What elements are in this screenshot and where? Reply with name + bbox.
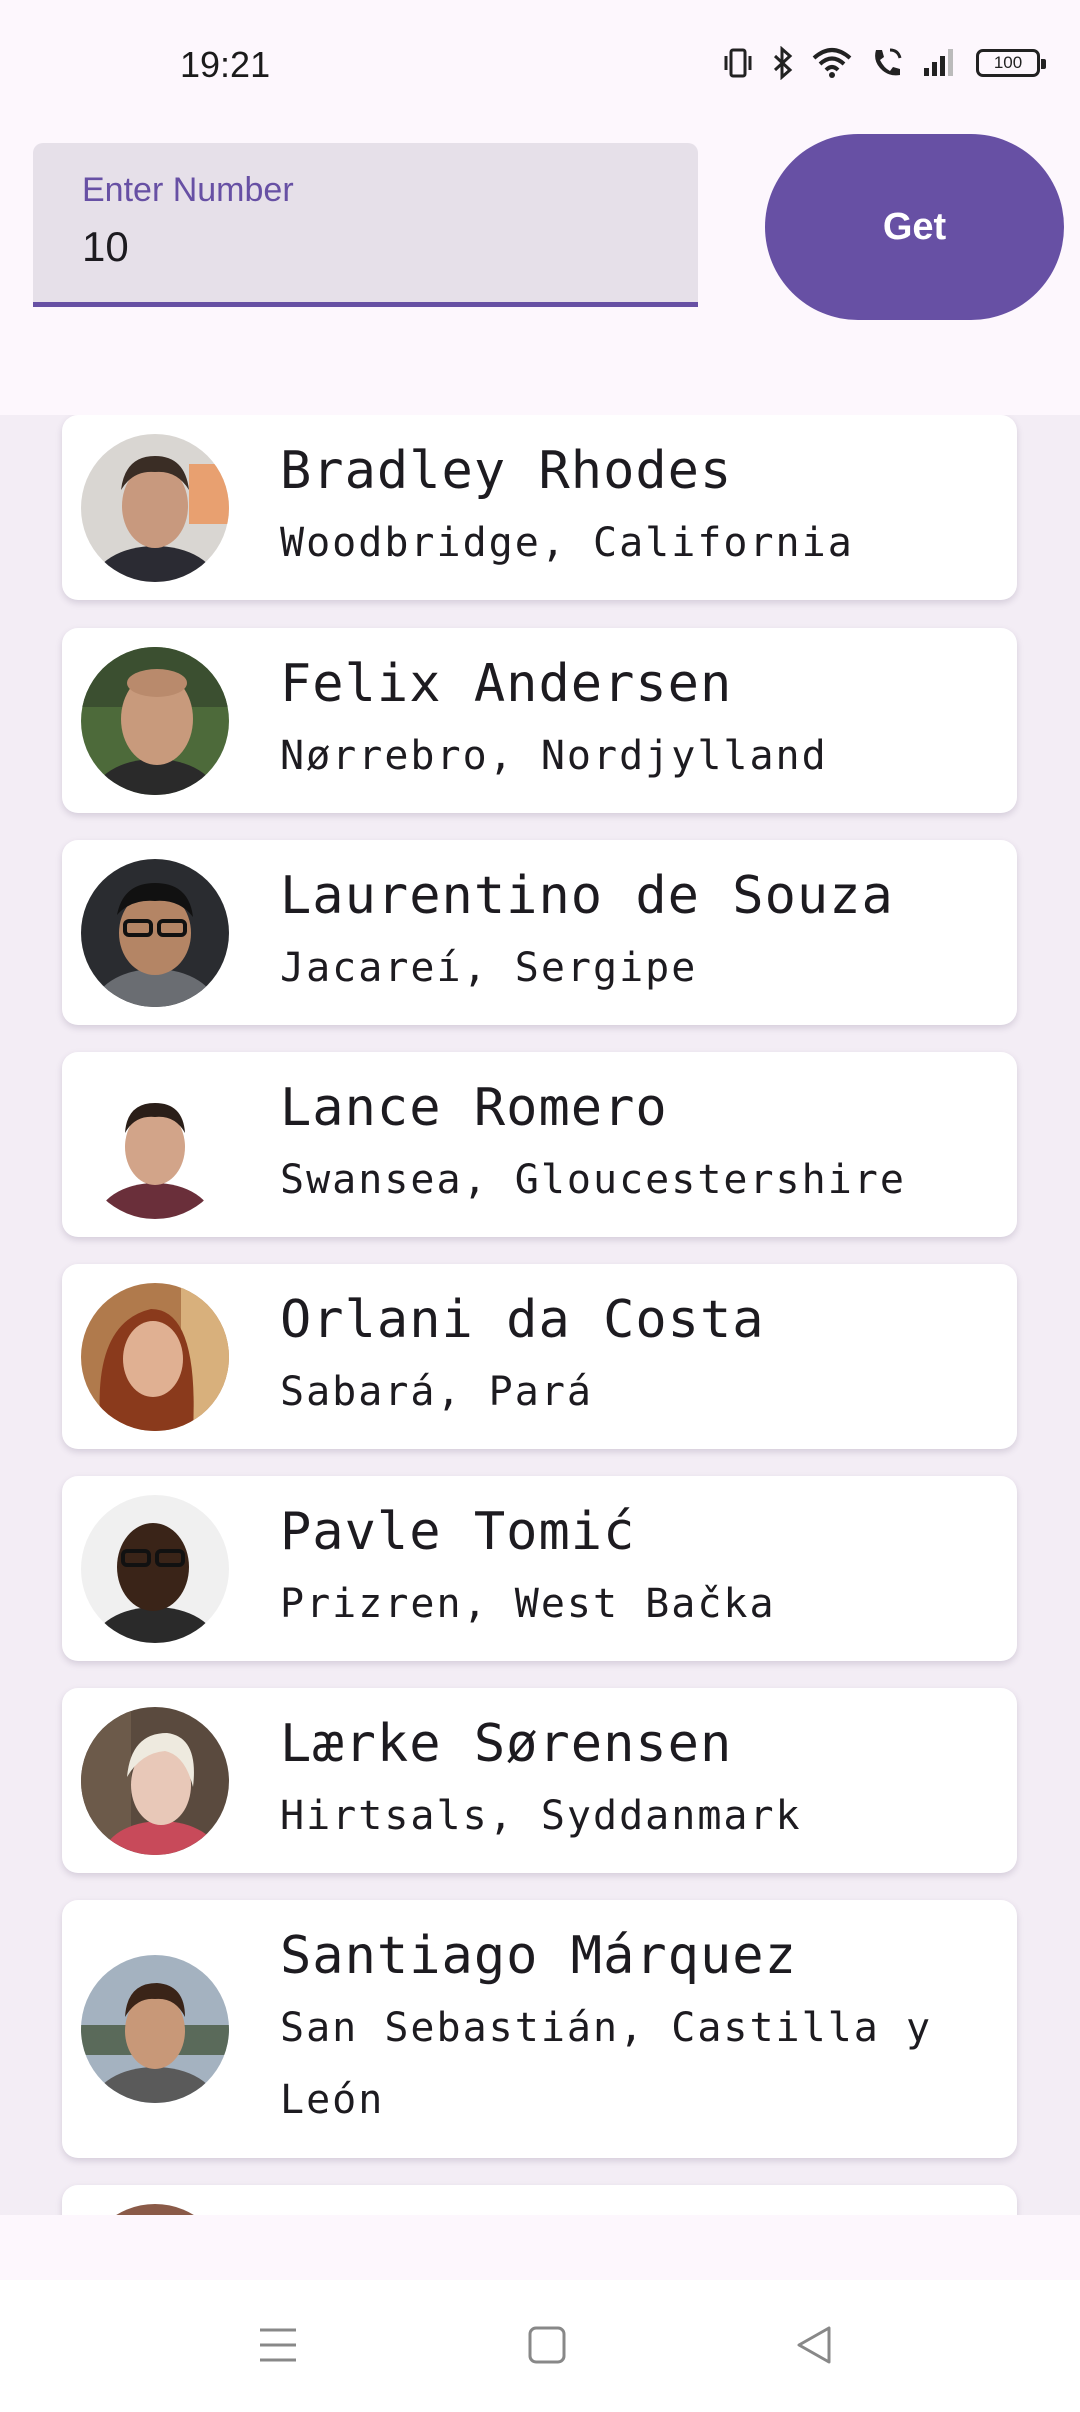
person-name: Felix Andersen xyxy=(280,654,733,714)
avatar xyxy=(81,2204,229,2215)
person-location: Jacareí, Sergipe xyxy=(280,945,698,991)
status-time: 19:21 xyxy=(180,44,271,85)
signal-icon xyxy=(924,49,953,76)
avatar xyxy=(81,434,229,582)
list-item[interactable]: Santiago Márquez San Sebastián, Castilla… xyxy=(62,1900,1017,2158)
battery-level: 100 xyxy=(993,53,1023,72)
avatar xyxy=(81,1283,229,1431)
bluetooth-icon xyxy=(773,46,793,80)
avatar xyxy=(81,1707,229,1855)
wifi-icon xyxy=(812,48,852,78)
person-location: Swansea, Gloucestershire xyxy=(280,1157,906,1203)
number-input[interactable] xyxy=(82,223,642,271)
wifi-call-icon xyxy=(875,48,902,76)
status-icons: 100 xyxy=(722,46,1046,80)
avatar xyxy=(81,1955,229,2103)
person-location: Sabará, Pará xyxy=(280,1369,593,1415)
get-button[interactable]: Get xyxy=(765,134,1064,320)
list-item[interactable]: Bradley Rhodes Woodbridge, California xyxy=(62,415,1017,600)
avatar xyxy=(81,859,229,1007)
list-item[interactable]: Felix Andersen Nørrebro, Nordjylland xyxy=(62,628,1017,813)
person-name: Pavle Tomić xyxy=(280,1502,636,1562)
person-name: Lærke Sørensen xyxy=(280,1714,733,1774)
person-location: Woodbridge, California xyxy=(280,520,854,566)
status-bar: 19:21 100 xyxy=(0,0,1080,135)
person-location: San Sebastián, Castilla y León xyxy=(280,2005,933,2123)
avatar xyxy=(81,1071,229,1219)
list-item[interactable]: Pavle Tomić Prizren, West Bačka xyxy=(62,1476,1017,1661)
person-name: Laurentino de Souza xyxy=(280,866,894,926)
avatar xyxy=(81,647,229,795)
list-item[interactable]: Lærke Sørensen Hirtsals, Syddanmark xyxy=(62,1688,1017,1873)
people-list[interactable]: Bradley Rhodes Woodbridge, California Fe… xyxy=(0,415,1080,2215)
number-input-field[interactable]: Enter Number xyxy=(33,143,698,307)
battery-icon: 100 xyxy=(976,49,1046,77)
list-item[interactable]: Lance Romero Swansea, Gloucestershire xyxy=(62,1052,1017,1237)
person-name: Bradley Rhodes xyxy=(280,441,733,501)
person-name: Santiago Márquez xyxy=(280,1926,797,1986)
back-icon[interactable] xyxy=(779,2310,849,2380)
person-name: Lance Romero xyxy=(280,1078,668,1138)
list-item[interactable]: Laurentino de Souza Jacareí, Sergipe xyxy=(62,840,1017,1025)
number-input-label: Enter Number xyxy=(82,171,294,209)
list-item[interactable]: Orlani da Costa Sabará, Pará xyxy=(62,1264,1017,1449)
person-location: Hirtsals, Syddanmark xyxy=(280,1793,802,1839)
system-nav-bar xyxy=(0,2280,1080,2412)
person-location: Prizren, West Bačka xyxy=(280,1581,776,1627)
person-name: Orlani da Costa xyxy=(280,1290,765,1350)
avatar xyxy=(81,1495,229,1643)
person-location: Nørrebro, Nordjylland xyxy=(280,733,828,779)
home-icon[interactable] xyxy=(512,2310,582,2380)
list-item[interactable] xyxy=(62,2185,1017,2215)
menu-icon[interactable] xyxy=(243,2310,313,2380)
vibrate-icon xyxy=(724,48,752,78)
